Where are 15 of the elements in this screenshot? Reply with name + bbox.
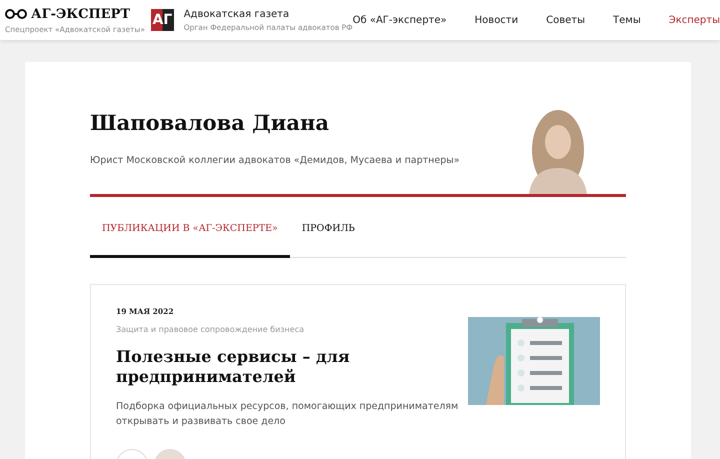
site-title: АГ-ЭКСПЕРТ	[31, 6, 130, 22]
nav-link[interactable]: Об «АГ-эксперте»	[352, 14, 447, 26]
newspaper-title: Адвокатская газета	[184, 8, 290, 20]
tab[interactable]: ПУБЛИКАЦИИ В «АГ-ЭКСПЕРТЕ»	[90, 197, 290, 258]
article-title[interactable]: Полезные сервисы – для предпринимателей	[116, 347, 416, 387]
nav-link[interactable]: Эксперты	[668, 14, 720, 26]
expert-name: Шаповалова Диана	[90, 110, 330, 135]
nav-link[interactable]: Новости	[474, 14, 518, 26]
article-category: Защита и правовое сопровождение бизнеса	[116, 325, 306, 334]
nav-link[interactable]: Темы	[613, 14, 641, 26]
article-summary: Подборка официальных ресурсов, помогающих предпринимателям открывать и развивать свое дело	[116, 400, 460, 429]
nav-link[interactable]: Советы	[546, 14, 586, 26]
tab[interactable]: ПРОФИЛЬ	[290, 197, 367, 258]
expert-position: Юрист Московской коллегии адвокатов «Демидов, Мусаева и партнеры»	[90, 155, 460, 166]
glasses-icon	[5, 9, 27, 19]
